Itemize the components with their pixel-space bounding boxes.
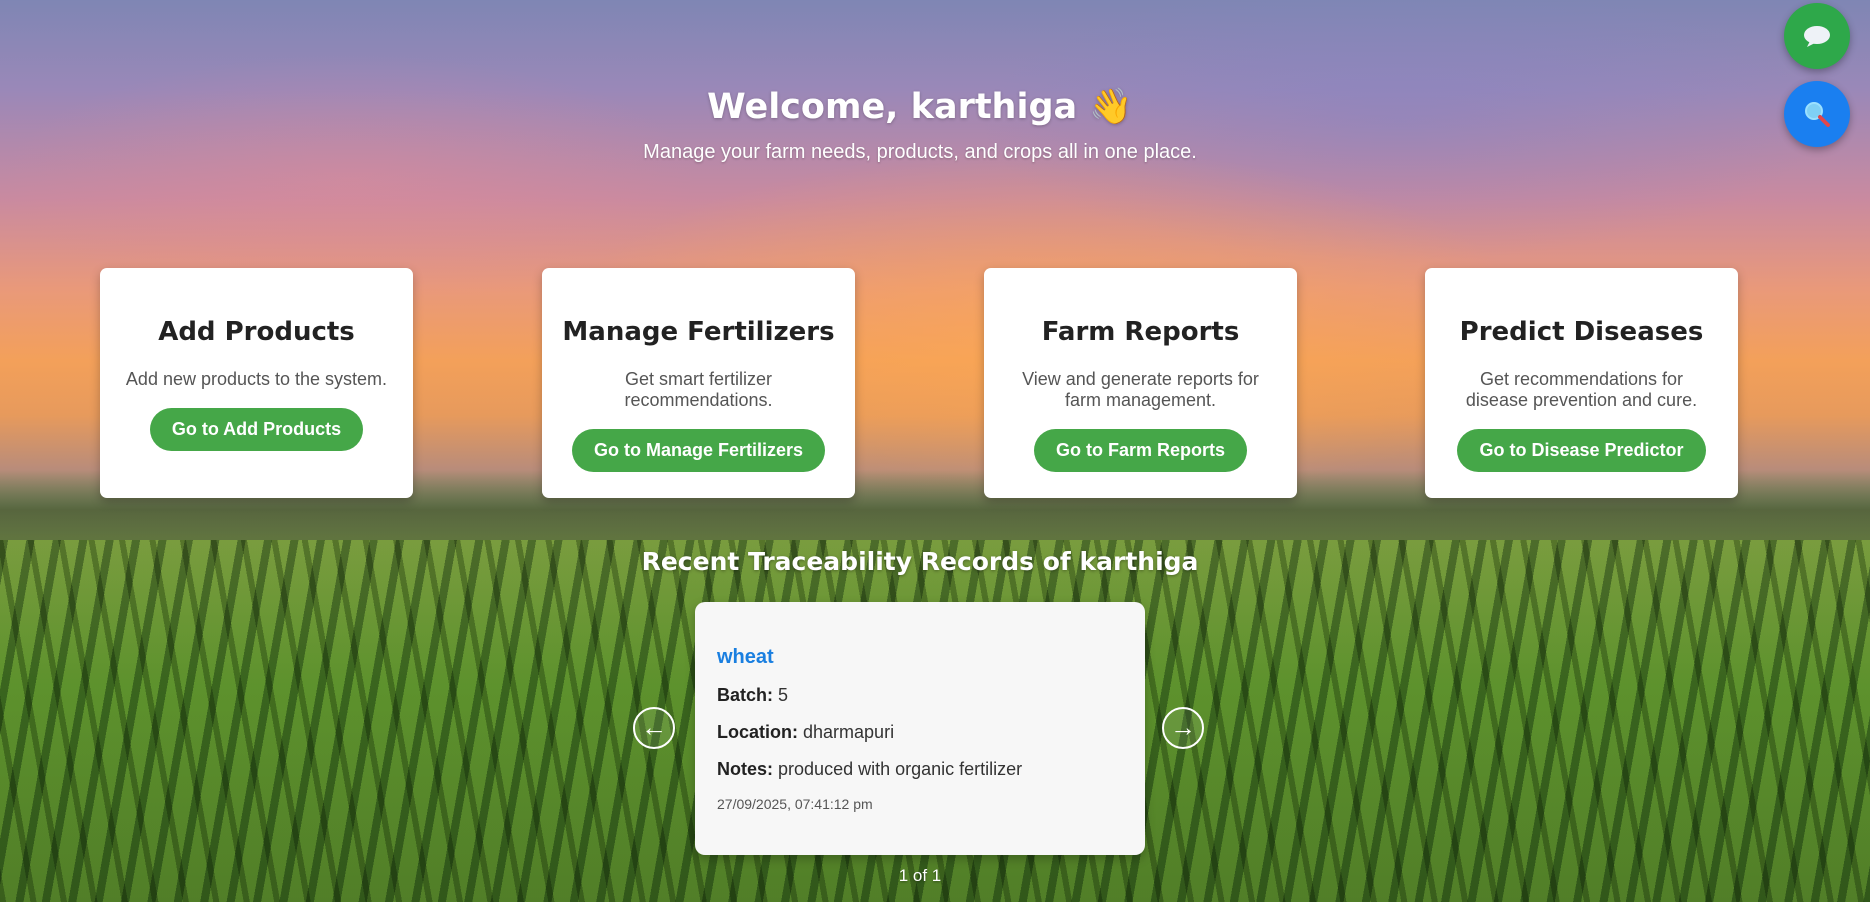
card-description: Get smart fertilizer recommendations. xyxy=(624,369,773,410)
card-title: Add Products xyxy=(158,317,355,347)
welcome-heading: Welcome, karthiga 👋 xyxy=(707,87,1133,127)
record-batch-value: 5 xyxy=(778,685,789,705)
record-crop-name: wheat xyxy=(717,646,774,668)
card-description: View and generate reports for farm manag… xyxy=(1022,369,1259,410)
record-location-value: dharmapuri xyxy=(803,722,895,742)
record-batch: Batch: 5 xyxy=(717,685,1123,706)
next-record-arrow-icon[interactable]: → xyxy=(1162,707,1204,749)
record-notes-label: Notes: xyxy=(717,759,774,779)
traceability-record-card: wheat Batch: 5 Location: dharmapuri Note… xyxy=(695,602,1145,855)
welcome-subtitle: Manage your farm needs, products, and cr… xyxy=(643,141,1197,163)
record-location-label: Location: xyxy=(717,722,798,742)
dashboard-page: Welcome, karthiga 👋 Manage your farm nee… xyxy=(0,0,1870,902)
go-to-add-products-button[interactable]: Go to Add Products xyxy=(149,408,364,451)
go-to-farm-reports-button[interactable]: Go to Farm Reports xyxy=(1033,429,1247,472)
card-title: Manage Fertilizers xyxy=(562,317,835,347)
card-add-products: Add Products Add new products to the sys… xyxy=(100,268,413,498)
search-button[interactable] xyxy=(1784,81,1850,147)
page-header: Welcome, karthiga 👋 Manage your farm nee… xyxy=(0,86,1840,164)
card-description: Add new products to the system. xyxy=(125,369,388,389)
record-batch-label: Batch: xyxy=(717,685,774,705)
chat-bubble-icon xyxy=(1804,26,1830,47)
go-to-manage-fertilizers-button[interactable]: Go to Manage Fertilizers xyxy=(571,429,826,472)
card-farm-reports: Farm Reports View and generate reports f… xyxy=(984,268,1297,498)
records-pager: 1 of 1 xyxy=(898,866,942,885)
record-notes-value: produced with organic fertilizer xyxy=(778,759,1023,779)
record-timestamp: 27/09/2025, 07:41:12 pm xyxy=(717,796,873,812)
card-description: Get recommendations for disease preventi… xyxy=(1465,369,1698,410)
go-to-disease-predictor-button[interactable]: Go to Disease Predictor xyxy=(1457,429,1706,472)
magnifier-icon xyxy=(1805,102,1830,127)
card-title: Farm Reports xyxy=(1041,317,1240,347)
chat-button[interactable] xyxy=(1784,3,1850,69)
record-location: Location: dharmapuri xyxy=(717,722,1123,743)
card-predict-diseases: Predict Diseases Get recommendations for… xyxy=(1425,268,1738,498)
record-notes: Notes: produced with organic fertilizer xyxy=(717,759,1123,780)
records-section-title: Recent Traceability Records of karthiga xyxy=(641,547,1199,576)
card-manage-fertilizers: Manage Fertilizers Get smart fertilizer … xyxy=(542,268,855,498)
card-title: Predict Diseases xyxy=(1459,317,1704,347)
previous-record-arrow-icon[interactable]: ← xyxy=(633,707,675,749)
